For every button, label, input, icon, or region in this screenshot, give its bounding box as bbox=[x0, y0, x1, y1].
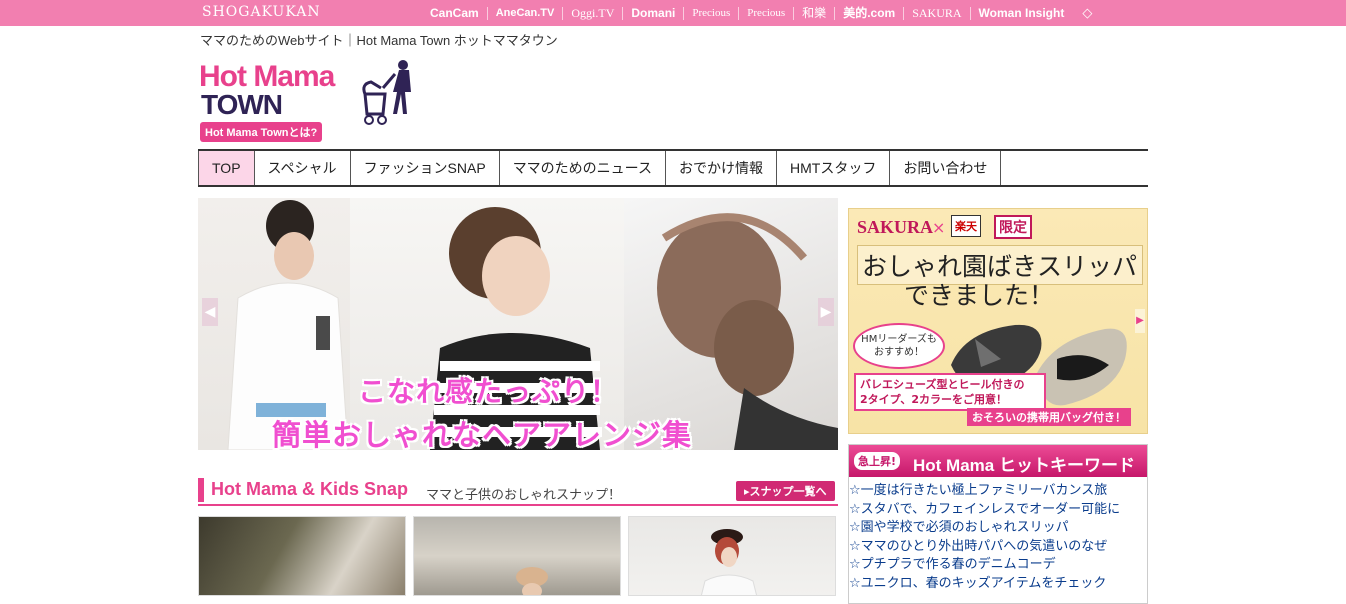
network-link-precious-1[interactable]: Precious bbox=[683, 6, 738, 20]
trending-badge: 急上昇! bbox=[854, 452, 901, 470]
network-link-oggi[interactable]: Oggi.TV bbox=[562, 6, 622, 20]
network-link-biteki[interactable]: 美的.com bbox=[834, 6, 903, 20]
ad-partner: 楽天 bbox=[951, 215, 981, 237]
site-tagline: ママのためのWebサイト｜Hot Mama Town ホットママタウン bbox=[200, 33, 558, 48]
snap-list-button[interactable]: ▸スナップ一覧へ bbox=[736, 481, 835, 501]
diamond-icon[interactable]: ◇ bbox=[1072, 6, 1092, 21]
site-logo[interactable]: Hot Mama TOWN Hot Mama Townとは? bbox=[199, 60, 429, 144]
ad-feature-box: バレエシューズ型とヒール付きの 2タイプ、2カラーをご用意！ bbox=[854, 373, 1046, 411]
shogakukan-logo[interactable]: SHOGAKUKAN bbox=[202, 4, 321, 20]
nav-item-fashion-snap[interactable]: ファッションSNAP bbox=[351, 151, 500, 185]
bubble-line2: おすすめ！ bbox=[874, 347, 924, 358]
logo-line2: TOWN bbox=[201, 89, 283, 120]
hero-caption-line2: 簡単おしゃれなヘアアレンジ集 bbox=[272, 418, 693, 450]
snap-section-header: Hot Mama & Kids Snap ママと子供のおしゃれスナップ！ ▸スナ… bbox=[198, 476, 838, 506]
snap-subtitle: ママと子供のおしゃれスナップ！ bbox=[426, 488, 622, 503]
bubble-line1: HMリーダーズも bbox=[861, 334, 937, 345]
snap-thumbnail-2[interactable] bbox=[413, 516, 621, 596]
network-link-domani[interactable]: Domani bbox=[622, 6, 683, 20]
network-link-anecan[interactable]: AneCan.TV bbox=[486, 6, 563, 20]
keyword-item[interactable]: ☆スタバで、カフェインレスでオーダー可能に bbox=[849, 501, 1147, 520]
mom-stroller-icon bbox=[362, 60, 411, 125]
nav-item-news[interactable]: ママのためのニュース bbox=[500, 151, 666, 185]
hero-caption-line1: こなれ感たっぷり！ bbox=[358, 375, 620, 408]
main-nav: TOP スペシャル ファッションSNAP ママのためのニュース おでかけ情報 H… bbox=[198, 149, 1148, 187]
keywords-list: ☆一度は行きたい極上ファミリーバカンス旅 ☆スタバで、カフェインレスでオーダー可… bbox=[849, 477, 1147, 593]
ad-cross: × bbox=[932, 218, 946, 237]
nav-item-outing[interactable]: おでかけ情報 bbox=[666, 151, 777, 185]
snap-title: Hot Mama & Kids Snap bbox=[211, 479, 409, 499]
hero-slider[interactable]: ◀ ▶ こなれ感たっぷり！ 簡単おしゃれなヘアアレンジ集 bbox=[198, 198, 838, 450]
top-bar: SHOGAKUKAN CanCam AneCan.TV Oggi.TV Doma… bbox=[0, 0, 1346, 26]
hit-keywords-panel: 急上昇! Hot Mama ヒットキーワード ☆一度は行きたい極上ファミリーバカ… bbox=[848, 444, 1148, 604]
nav-item-top[interactable]: TOP bbox=[198, 151, 255, 185]
ad-next-icon[interactable]: ▶ bbox=[1135, 309, 1145, 333]
nav-item-special[interactable]: スペシャル bbox=[255, 151, 351, 185]
network-link-woman-insight[interactable]: Woman Insight bbox=[969, 6, 1073, 20]
nav-item-staff[interactable]: HMTスタッフ bbox=[777, 151, 891, 185]
slider-next-button[interactable]: ▶ bbox=[818, 298, 834, 326]
about-button[interactable]: Hot Mama Townとは? bbox=[200, 122, 323, 142]
ad-brand: SAKURA bbox=[857, 217, 934, 237]
ad-headline2: できました！ bbox=[904, 281, 1055, 310]
network-link-precious-2[interactable]: Precious bbox=[738, 6, 793, 20]
ad-recommend-bubble: HMリーダーズも おすすめ！ bbox=[853, 323, 945, 369]
section-accent-bar bbox=[198, 478, 204, 502]
box-line2: 2タイプ、2カラーをご用意！ bbox=[860, 393, 1007, 406]
keyword-item[interactable]: ☆プチプラで作る春のデニムコーデ bbox=[849, 556, 1147, 575]
ad-limited-badge: 限定 bbox=[994, 215, 1032, 239]
snap-thumbnail-1[interactable] bbox=[198, 516, 406, 596]
keyword-item[interactable]: ☆ママのひとり外出時パパへの気遣いのなぜ bbox=[849, 538, 1147, 557]
keywords-title: Hot Mama ヒットキーワード bbox=[913, 456, 1135, 475]
network-link-cancam[interactable]: CanCam bbox=[422, 6, 487, 20]
keyword-item[interactable]: ☆園や学校で必須のおしゃれスリッパ bbox=[849, 519, 1147, 538]
sakura-slipper-ad[interactable]: SAKURA × 楽天 限定 おしゃれ園ばきスリッパ できました！ HMリーダー… bbox=[848, 208, 1148, 434]
snap-thumbnail-3[interactable] bbox=[628, 516, 836, 596]
keyword-item[interactable]: ☆一度は行きたい極上ファミリーバカンス旅 bbox=[849, 482, 1147, 501]
network-links: CanCam AneCan.TV Oggi.TV Domani Precious… bbox=[422, 0, 1092, 26]
slider-prev-button[interactable]: ◀ bbox=[202, 298, 218, 326]
keywords-header: 急上昇! Hot Mama ヒットキーワード bbox=[849, 445, 1147, 477]
box-line1: バレエシューズ型とヒール付きの bbox=[860, 378, 1025, 391]
ad-bag-label: おそろいの携帯用バッグ付き！ bbox=[967, 408, 1131, 426]
network-link-sakura[interactable]: SAKURA bbox=[903, 6, 969, 20]
keyword-item[interactable]: ☆ユニクロ、春のキッズアイテムをチェック bbox=[849, 575, 1147, 594]
network-link-wagaku[interactable]: 和樂 bbox=[793, 6, 834, 20]
nav-item-contact[interactable]: お問い合わせ bbox=[890, 151, 1002, 185]
